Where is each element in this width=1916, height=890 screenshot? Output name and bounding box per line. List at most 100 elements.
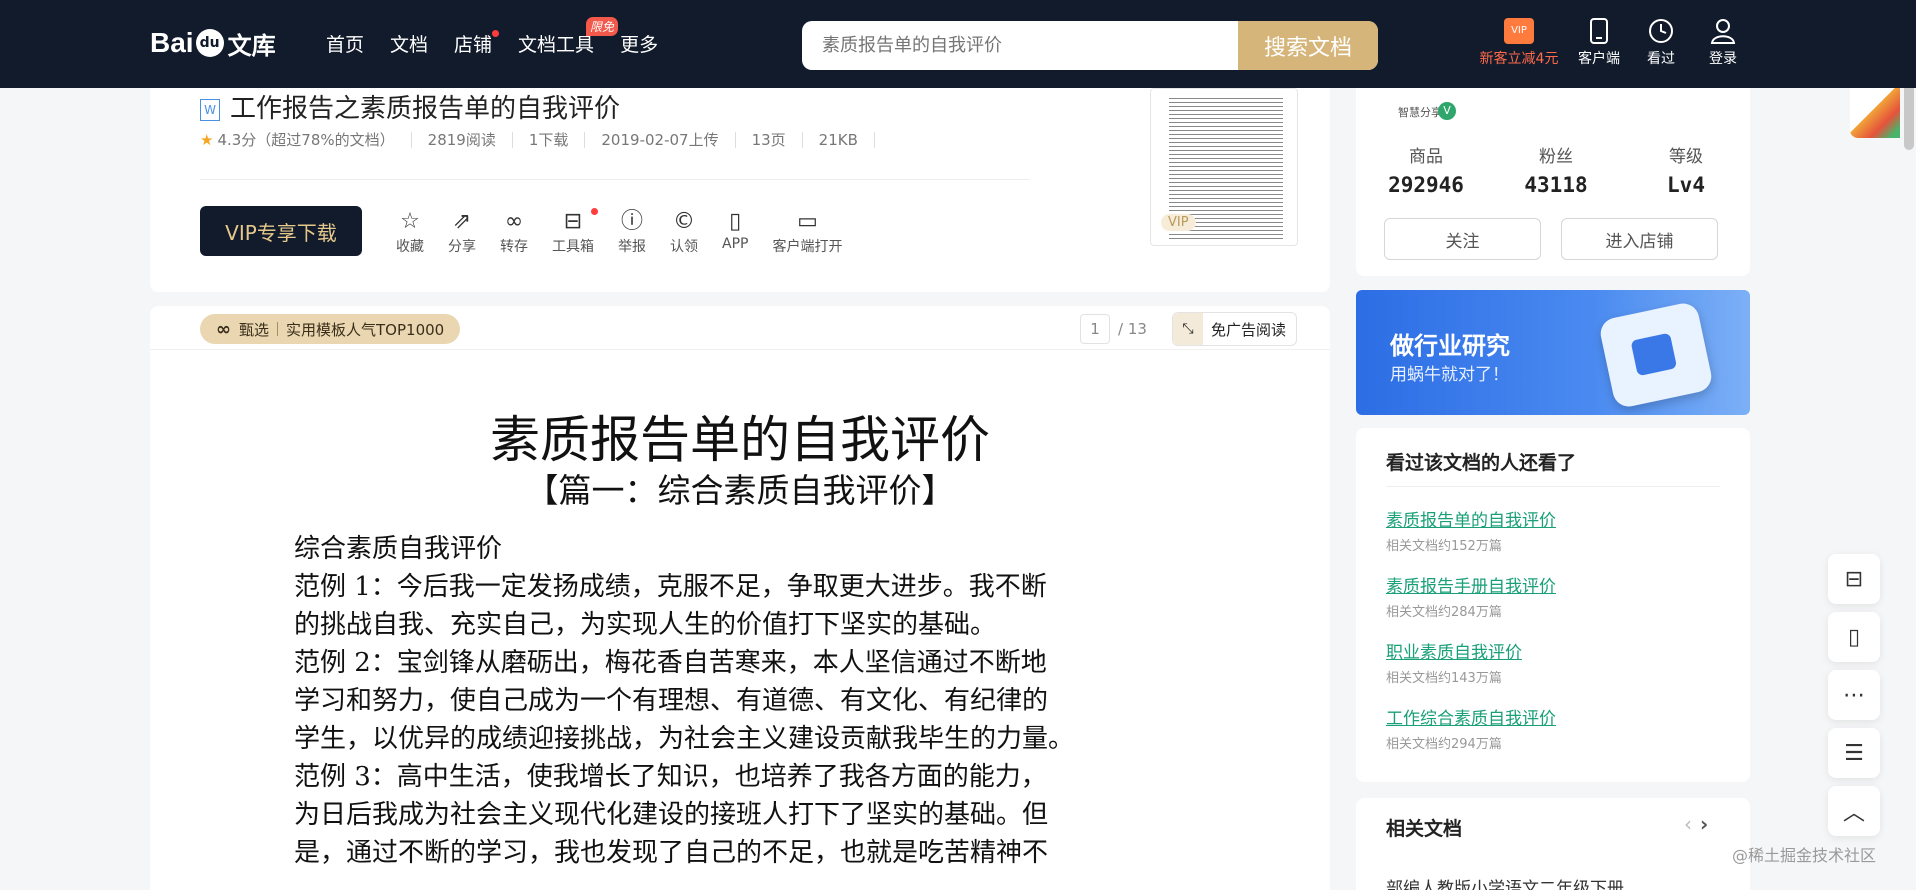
nav-doc-tools[interactable]: 文档工具 限免 (518, 17, 619, 57)
nav-more-label: 更多 (620, 34, 659, 56)
action-favorite[interactable]: ☆ 收藏 (396, 208, 424, 256)
nav-home[interactable]: 首页 (326, 30, 364, 57)
chat-icon: ⋯ (1843, 682, 1865, 708)
vip-download-button[interactable]: VIP专享下载 (200, 206, 362, 256)
top-navbar: Bai du 文库 首页 文档 店铺 文档工具限免 更多 搜索文档 VIP 新客… (0, 0, 1916, 88)
history-button[interactable]: 看过 (1630, 14, 1692, 68)
action-share[interactable]: ⇗ 分享 (448, 208, 476, 256)
toolbox-float-button[interactable]: ⊟ (1828, 554, 1880, 604)
action-save-label: 转存 (500, 239, 528, 255)
body-line: 的挑战自我、充实自己，为实现人生的价值打下坚实的基础。 (294, 610, 997, 640)
chevron-left-icon[interactable]: ‹ (1684, 812, 1692, 836)
stat-value: Lv4 (1667, 173, 1705, 197)
corner-promo-tab[interactable] (1850, 88, 1900, 138)
phone-icon: ▯ (729, 209, 742, 234)
enter-shop-button[interactable]: 进入店铺 (1561, 218, 1718, 260)
document-thumbnail[interactable]: VIP (1150, 88, 1298, 246)
related-count: 相关文档约294万篇 (1386, 737, 1502, 752)
action-save[interactable]: ∞ 转存 (500, 208, 528, 256)
action-toolbox[interactable]: ⊟ 工具箱 (552, 208, 598, 256)
follow-button[interactable]: 关注 (1384, 218, 1541, 260)
app-float-button[interactable]: ▯ (1828, 612, 1880, 662)
rating-text: 4.3分（超过78%的文档） (217, 131, 395, 149)
chevron-right-icon[interactable]: › (1700, 812, 1708, 836)
shop-card: 智慧分享 V 商品 292946 粉丝 43118 等级 Lv4 关注 进入店铺 (1356, 88, 1750, 276)
action-app[interactable]: ▯ APP (722, 208, 748, 256)
action-report[interactable]: ⓘ 举报 (618, 208, 646, 256)
related-link[interactable]: 素质报告单的自我评价 (1386, 506, 1556, 531)
tasks-float-button[interactable]: ☰ (1828, 728, 1880, 778)
client-button[interactable]: 客户端 (1568, 14, 1630, 68)
body-line: 范例 1：今后我一定发扬成绩，克服不足，争取更大进步。我不断 (294, 572, 1047, 602)
related-viewed-panel: 看过该文档的人还看了 素质报告单的自我评价 相关文档约152万篇 素质报告手册自我… (1356, 428, 1750, 782)
related-link[interactable]: 职业素质自我评价 (1386, 638, 1556, 663)
related-count: 相关文档约143万篇 (1386, 671, 1502, 686)
feedback-float-button[interactable]: ⋯ (1828, 670, 1880, 720)
page-indicator: 1 / 13 (1080, 314, 1147, 344)
ad-free-label: 免广告阅读 (1211, 320, 1287, 339)
back-to-top-button[interactable]: ︿ (1828, 786, 1880, 836)
stat-fans: 粉丝 43118 (1496, 142, 1616, 197)
upload-date: 2019-02-07上传 (585, 132, 736, 148)
body-line: 是，通过不断的学习，我也发现了自己的不足，也就是吃苦精神不 (294, 838, 1049, 868)
related-link[interactable]: 工作综合素质自我评价 (1386, 704, 1556, 729)
main-nav: 首页 文档 店铺 文档工具 限免 更多 (326, 17, 684, 57)
search-button[interactable]: 搜索文档 (1238, 21, 1378, 70)
download-count: 1下载 (513, 132, 586, 148)
header-tools: VIP 新客立减4元 客户端 看过 登录 (1470, 14, 1754, 68)
vip-promo[interactable]: VIP 新客立减4元 (1470, 14, 1568, 68)
infinity-icon: ∞ (216, 318, 231, 340)
shop-stats: 商品 292946 粉丝 43118 等级 Lv4 (1356, 142, 1750, 197)
body-line: 学生，以优异的成绩迎接挑战，为社会主义建设贡献我毕生的力量。 (294, 724, 1075, 754)
star-icon: ★ (200, 131, 214, 149)
related-list: 素质报告单的自我评价相关文档约152万篇 素质报告手册自我评价相关文档约284万… (1386, 506, 1556, 770)
related-doc-item[interactable]: 部编人教版小学语文二年级下册 (1386, 874, 1624, 890)
stat-label: 等级 (1669, 147, 1703, 167)
logo-paw-icon: du (195, 29, 224, 57)
related-count: 相关文档约284万篇 (1386, 605, 1502, 620)
curated-sub-label: 实用模板人气TOP1000 (286, 320, 445, 339)
snail-app-icon (1597, 300, 1715, 410)
login-button[interactable]: 登录 (1692, 14, 1754, 68)
body-line: 学习和努力，使自己成为一个有理想、有道德、有文化、有纪律的 (294, 686, 1049, 716)
divider (200, 179, 1030, 180)
verified-icon: V (1438, 102, 1456, 120)
notification-dot (492, 30, 500, 37)
save-to-cloud-icon: ∞ (504, 209, 524, 234)
action-open-client[interactable]: ▭ 客户端打开 (772, 208, 842, 256)
nav-doc-tools-label: 文档工具 (518, 34, 595, 56)
nav-shop[interactable]: 店铺 (454, 30, 500, 57)
nav-more[interactable]: 更多 (620, 30, 658, 57)
nav-docs[interactable]: 文档 (390, 30, 428, 57)
nav-shop-label: 店铺 (454, 34, 493, 56)
stat-value: 43118 (1524, 173, 1588, 197)
related-link[interactable]: 素质报告手册自我评价 (1386, 572, 1556, 597)
page-count: 13页 (736, 132, 803, 148)
promo-banner[interactable]: 做行业研究 用蜗牛就对了！ (1356, 290, 1750, 415)
related-count: 相关文档约152万篇 (1386, 539, 1502, 554)
baidu-wenku-logo[interactable]: Bai du 文库 (150, 18, 280, 68)
logo-text-wenku: 文库 (227, 31, 276, 60)
curated-badge[interactable]: ∞ 甄选 实用模板人气TOP1000 (200, 314, 461, 344)
related-docs-panel: 相关文档 ‹ › 部编人教版小学语文二年级下册 (1356, 798, 1750, 890)
share-icon: ⇗ (452, 209, 472, 234)
action-share-label: 分享 (448, 239, 476, 255)
stat-label: 粉丝 (1539, 147, 1573, 167)
tablet-icon (1568, 14, 1630, 48)
stat-level: 等级 Lv4 (1626, 142, 1746, 197)
nav-home-label: 首页 (326, 34, 365, 56)
action-claim[interactable]: © 认领 (670, 208, 698, 256)
document-page: 素质报告单的自我评价 【篇一：综合素质自我评价】 综合素质自我评价 范例 1：今… (150, 350, 1330, 890)
shop-avatar[interactable]: 智慧分享 (1392, 90, 1442, 124)
client-label: 客户端 (1578, 51, 1620, 67)
document-title: W 工作报告之素质报告单的自我评价 (200, 88, 620, 125)
document-meta: ★ 4.3分（超过78%的文档） 2819阅读 1下载 2019-02-07上传 … (200, 132, 875, 148)
current-page-input[interactable]: 1 (1080, 314, 1110, 344)
carousel-arrows: ‹ › (1684, 812, 1708, 836)
search-input[interactable] (802, 21, 1238, 70)
body-line: 范例 2：宝剑锋从磨砺出，梅花香自苦寒来，本人坚信通过不断地 (294, 648, 1047, 678)
action-app-label: APP (722, 236, 749, 252)
ad-free-reading-button[interactable]: ⤡ 免广告阅读 (1172, 312, 1298, 346)
body-line: 综合素质自我评价 (294, 534, 503, 564)
document-header-card: W 工作报告之素质报告单的自我评价 ★ 4.3分（超过78%的文档） 2819阅读 … (150, 88, 1330, 292)
